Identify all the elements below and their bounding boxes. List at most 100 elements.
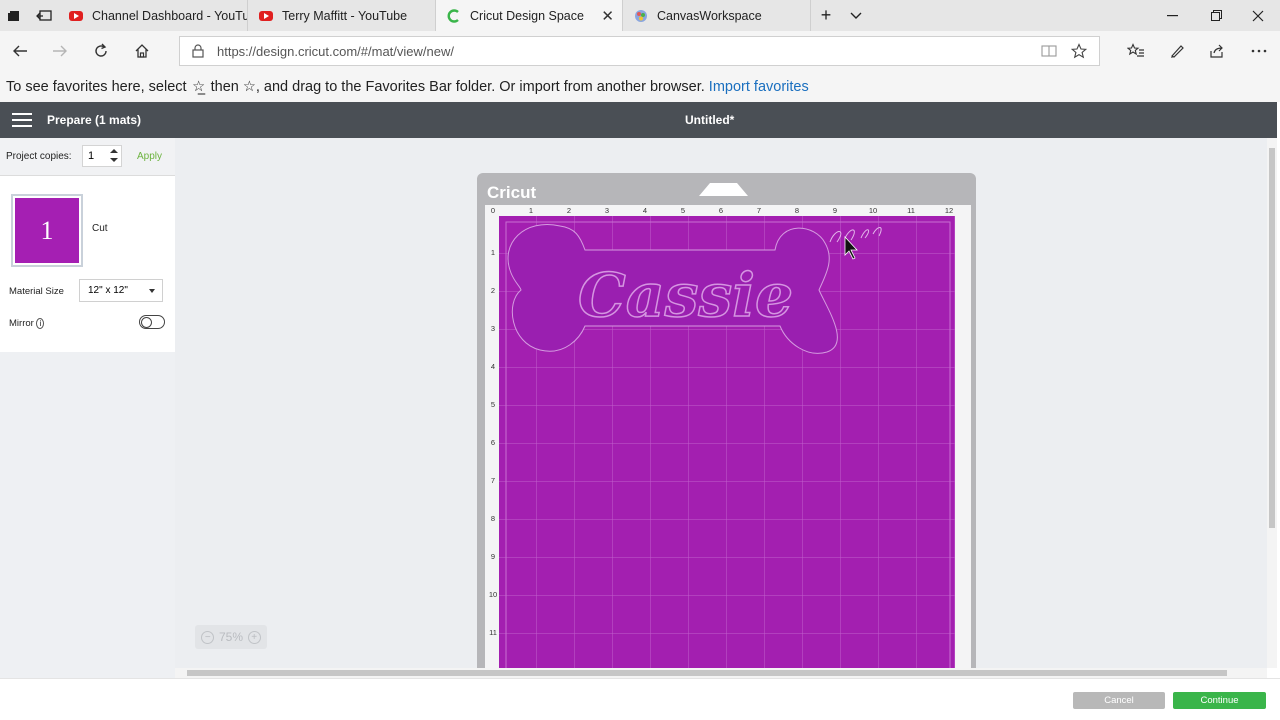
ruler-y-label: 1 — [491, 248, 495, 257]
ruler-x-label: 9 — [833, 206, 837, 215]
address-bar[interactable]: https://design.cricut.com/#/mat/view/new… — [179, 36, 1100, 66]
cricut-logo: Cricut — [487, 183, 536, 202]
zoom-level: 75% — [218, 630, 244, 644]
url-text: https://design.cricut.com/#/mat/view/new… — [217, 44, 454, 59]
material-size-label: Material Size — [9, 286, 64, 297]
continue-button[interactable]: Continue — [1173, 692, 1266, 709]
material-size-select[interactable]: 12" x 12" — [79, 279, 163, 302]
favorites-bar-text: To see favorites here, select — [6, 79, 187, 95]
bottom-action-bar: Cancel Continue — [0, 678, 1280, 720]
reading-view-icon[interactable] — [1038, 41, 1060, 61]
set-tabs-aside-icon[interactable] — [30, 0, 58, 31]
hamburger-menu-icon[interactable] — [12, 113, 32, 127]
close-tab-icon[interactable]: ✕ — [601, 7, 614, 25]
horizontal-scrollbar[interactable] — [175, 668, 1267, 678]
tab-cricut-design-space[interactable]: Cricut Design Space ✕ — [436, 0, 623, 31]
cutting-mat: Cassie 0 1 2 3 4 5 6 7 8 9 10 11 12 1234567891011 Cr… — [477, 173, 976, 668]
back-icon[interactable] — [0, 31, 40, 71]
share-icon[interactable] — [1197, 31, 1237, 71]
project-copies-row: Project copies: 1 Apply — [0, 138, 175, 176]
zoom-in-icon[interactable]: + — [247, 630, 261, 644]
ruler-x-label: 1 — [529, 206, 533, 215]
tab-strip: Channel Dashboard - YouTu Terry Maffitt … — [0, 0, 1280, 31]
mat-cut-label: Cut — [92, 223, 108, 234]
cancel-button[interactable]: Cancel — [1073, 692, 1165, 709]
mat-panel: Project copies: 1 Apply 1 Cut Material S… — [0, 138, 175, 678]
youtube-icon — [69, 9, 83, 23]
favorites-bar-text-2: then ☆, and drag to the Favorites Bar fo… — [210, 79, 705, 95]
info-icon[interactable]: i — [36, 318, 45, 329]
minimize-icon[interactable] — [1150, 0, 1194, 31]
ruler-x-label: 2 — [567, 206, 571, 215]
tab-channel-dashboard[interactable]: Channel Dashboard - YouTu — [58, 0, 248, 31]
youtube-icon — [259, 9, 273, 23]
ruler-y-label: 9 — [491, 552, 495, 561]
mirror-toggle[interactable] — [139, 315, 165, 329]
navigation-bar: https://design.cricut.com/#/mat/view/new… — [0, 31, 1280, 71]
ruler-x-label: 8 — [795, 206, 799, 215]
tab-title: Channel Dashboard - YouTu — [92, 8, 248, 23]
ruler-x-label: 12 — [945, 206, 953, 215]
close-window-icon[interactable] — [1236, 0, 1280, 31]
refresh-icon[interactable] — [81, 31, 121, 71]
apply-button[interactable]: Apply — [137, 151, 162, 162]
ruler-y-label: 3 — [491, 324, 495, 333]
forward-icon[interactable] — [40, 31, 80, 71]
ruler-y-label: 2 — [491, 286, 495, 295]
ruler-y-label: 4 — [491, 362, 495, 371]
ruler-x-label: 4 — [643, 206, 647, 215]
ruler-x-label: 11 — [907, 206, 915, 215]
more-options-icon[interactable] — [1239, 31, 1279, 71]
chevron-down-icon — [149, 289, 155, 293]
ruler-x-label: 10 — [869, 206, 877, 215]
ruler-x-label: 6 — [719, 206, 723, 215]
restore-icon[interactable] — [1194, 0, 1238, 31]
vertical-scrollbar[interactable] — [1267, 138, 1277, 668]
tab-actions-icon[interactable] — [0, 0, 28, 31]
ruler-y-label: 8 — [491, 514, 495, 523]
home-icon[interactable] — [122, 31, 162, 71]
web-note-icon[interactable] — [1157, 31, 1197, 71]
favorites-hub-icon[interactable] — [1116, 31, 1156, 71]
tab-title: CanvasWorkspace — [657, 8, 762, 23]
cricut-icon — [447, 8, 461, 23]
design-text: Cassie — [578, 261, 793, 331]
ruler-y-label: 7 — [491, 476, 495, 485]
decrement-icon[interactable] — [110, 158, 118, 162]
ruler-y-label: 11 — [489, 628, 497, 637]
project-copies-label: Project copies: — [6, 151, 72, 162]
mat-list: Project copies: 1 Apply 1 Cut Material S… — [0, 138, 175, 352]
zoom-control: − 75% + — [195, 625, 267, 649]
mat-preview-canvas: Cassie 0 1 2 3 4 5 6 7 8 9 10 11 12 1 2 3 4 5 6 7 8 9 10 11 Cr… — [175, 138, 1267, 668]
favorites-bar: To see favorites here, select ☆̲ then ☆,… — [0, 71, 1280, 102]
mat-number: 1 — [15, 198, 79, 263]
material-size-value: 12" x 12" — [88, 285, 128, 296]
ruler-x-label: 7 — [757, 206, 761, 215]
chevron-down-icon[interactable] — [842, 0, 870, 31]
favorite-star-icon[interactable] — [1068, 41, 1090, 61]
mat-thumbnail[interactable]: 1 — [11, 194, 83, 267]
canvasworkspace-icon — [634, 9, 648, 23]
lock-icon — [192, 44, 204, 58]
tab-canvasworkspace[interactable]: CanvasWorkspace — [623, 0, 811, 31]
prepare-title: Prepare (1 mats) — [47, 113, 142, 127]
project-copies-stepper[interactable]: 1 — [82, 145, 122, 167]
tab-title: Terry Maffitt - YouTube — [282, 8, 408, 23]
ruler-y-label: 10 — [489, 590, 497, 599]
import-favorites-link[interactable]: Import favorites — [709, 79, 809, 95]
tab-terry-maffitt[interactable]: Terry Maffitt - YouTube — [248, 0, 436, 31]
ruler-x-label: 3 — [605, 206, 609, 215]
zoom-out-icon[interactable]: − — [201, 630, 215, 644]
ruler-y-label: 5 — [491, 400, 495, 409]
project-title: Untitled* — [685, 113, 735, 127]
project-copies-value: 1 — [88, 150, 95, 162]
ruler-y-label: 6 — [491, 438, 495, 447]
ruler-x-label: 5 — [681, 206, 685, 215]
favorites-star-list-icon: ☆̲ — [192, 79, 206, 95]
app-header: Prepare (1 mats) Untitled* — [0, 102, 1277, 138]
mirror-label: Mirror i — [9, 318, 45, 329]
tab-title: Cricut Design Space — [470, 8, 584, 23]
ruler-x-label: 0 — [491, 206, 495, 215]
new-tab-icon[interactable]: + — [812, 0, 840, 31]
increment-icon[interactable] — [110, 149, 118, 153]
